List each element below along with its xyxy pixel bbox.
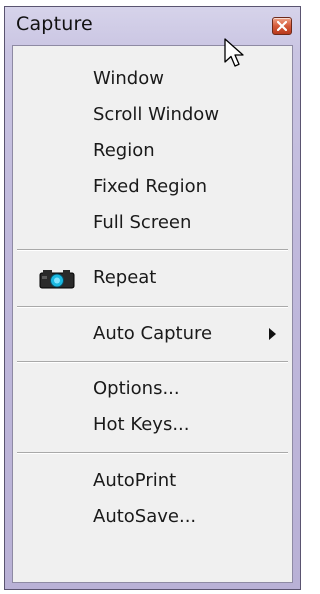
menu-item-label: Window [93, 68, 164, 89]
title-bar[interactable]: Capture [5, 7, 300, 45]
menu-item-fixed-region[interactable]: Fixed Region [13, 170, 292, 204]
menu-item-label: Hot Keys... [93, 414, 190, 435]
menu-item-label: Region [93, 140, 155, 161]
menu-item-auto-capture[interactable]: Auto Capture [13, 317, 292, 351]
menu-item-repeat[interactable]: Repeat [13, 261, 292, 295]
menu-item-label: AutoPrint [93, 470, 177, 491]
menu-item-label: Full Screen [93, 212, 192, 233]
capture-window: Capture Window Scroll Window Region Fixe… [4, 6, 301, 590]
menu-item-label: Scroll Window [93, 104, 220, 125]
menu-item-label: Fixed Region [93, 176, 207, 197]
menu-separator [17, 249, 288, 251]
menu-item-hot-keys[interactable]: Hot Keys... [13, 408, 292, 442]
chevron-right-icon [269, 328, 276, 340]
capture-menu: Window Scroll Window Region Fixed Region… [12, 45, 293, 583]
close-icon [277, 21, 287, 31]
menu-item-options[interactable]: Options... [13, 372, 292, 406]
menu-item-region[interactable]: Region [13, 134, 292, 168]
mouse-pointer-icon [224, 38, 244, 67]
menu-item-full-screen[interactable]: Full Screen [13, 206, 292, 240]
menu-item-label: Options... [93, 378, 180, 399]
menu-separator [17, 361, 288, 363]
menu-item-label: Auto Capture [93, 323, 213, 344]
camera-icon [39, 270, 75, 289]
menu-item-scroll-window[interactable]: Scroll Window [13, 98, 292, 132]
menu-item-label: AutoSave... [93, 506, 197, 527]
menu-separator [17, 306, 288, 308]
close-button[interactable] [272, 17, 292, 35]
menu-item-autosave[interactable]: AutoSave... [13, 500, 292, 534]
menu-separator [17, 452, 288, 454]
window-title: Capture [16, 13, 93, 35]
menu-item-label: Repeat [93, 267, 157, 288]
menu-item-autoprint[interactable]: AutoPrint [13, 464, 292, 498]
menu-item-window[interactable]: Window [13, 62, 292, 96]
